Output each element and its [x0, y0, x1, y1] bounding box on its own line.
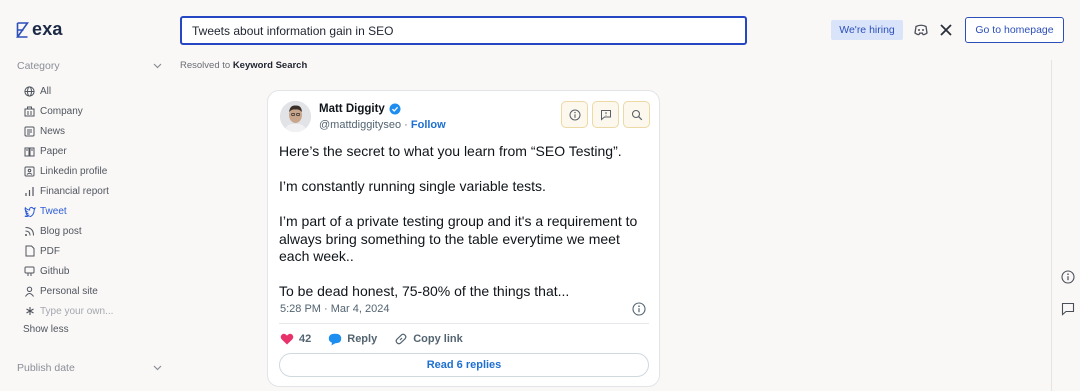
- search-icon: [631, 109, 642, 120]
- comment-button[interactable]: [592, 101, 619, 128]
- heart-icon: [280, 333, 294, 345]
- category-label: Financial report: [40, 185, 109, 197]
- info-button[interactable]: [561, 101, 588, 128]
- logo-text: exa: [32, 19, 63, 39]
- globe-icon: [23, 85, 36, 98]
- git-icon: [23, 265, 36, 278]
- resolved-search-mode: Resolved to Keyword Search: [180, 60, 307, 71]
- tweet-text: Here’s the secret to what you learn from…: [279, 143, 651, 301]
- tweet-timestamp[interactable]: 5:28 PM · Mar 4, 2024: [280, 303, 389, 315]
- logo[interactable]: exa: [16, 19, 63, 40]
- link-icon: [395, 333, 407, 345]
- info-icon[interactable]: [632, 302, 646, 316]
- chevron-down-icon: [153, 63, 162, 69]
- category-item-pdf[interactable]: PDF: [23, 244, 60, 258]
- resolved-mode: Keyword Search: [232, 60, 308, 71]
- avatar[interactable]: [280, 101, 311, 132]
- copy-link-button[interactable]: Copy link: [394, 332, 463, 346]
- bar-chart-icon: [23, 185, 36, 198]
- divider: [279, 323, 649, 324]
- search-input[interactable]: [180, 16, 747, 45]
- info-icon: [569, 109, 580, 120]
- category-item-news[interactable]: News: [23, 124, 65, 138]
- category-item-financial-report[interactable]: Financial report: [23, 184, 109, 198]
- tweet-paragraph: Here’s the secret to what you learn from…: [279, 143, 622, 159]
- publish-date-label: Publish date: [17, 362, 75, 374]
- category-label: Paper: [40, 145, 67, 157]
- sidebar: Category All Company News Paper Linkedin…: [0, 56, 170, 391]
- feedback-icon[interactable]: [1060, 301, 1076, 317]
- category-label: Category: [17, 60, 60, 72]
- rss-icon: [23, 225, 36, 238]
- tweet-paragraph: I’m constantly running single variable t…: [279, 178, 546, 194]
- category-custom-input[interactable]: Type your own...: [23, 304, 113, 318]
- category-label: Tweet: [40, 205, 67, 217]
- handle-separator: ·: [401, 119, 411, 131]
- category-item-linkedin[interactable]: Linkedin profile: [23, 164, 107, 178]
- category-label: News: [40, 125, 66, 137]
- building-icon: [23, 105, 36, 118]
- category-label: Company: [40, 105, 83, 117]
- info-icon[interactable]: [1060, 269, 1076, 285]
- author-name[interactable]: Matt Diggity: [319, 103, 401, 115]
- reply-button[interactable]: Reply: [328, 333, 377, 346]
- category-item-github[interactable]: Github: [23, 264, 69, 278]
- reply-label: Reply: [347, 333, 378, 345]
- like-count: 42: [299, 333, 312, 345]
- category-item-personal-site[interactable]: Personal site: [23, 284, 98, 298]
- id-card-icon: [23, 165, 36, 178]
- category-label: Linkedin profile: [40, 165, 108, 177]
- person-icon: [23, 285, 36, 298]
- newspaper-icon: [23, 125, 36, 138]
- exa-logo-icon: [16, 21, 29, 38]
- author-handle: @mattdiggityseo · Follow: [319, 119, 446, 131]
- bird-icon: [23, 205, 36, 218]
- category-custom-placeholder: Type your own...: [40, 305, 114, 317]
- category-item-paper[interactable]: Paper: [23, 144, 67, 158]
- message-icon: [600, 109, 611, 121]
- file-icon: [23, 245, 36, 258]
- tweet-paragraph: I’m part of a private testing group and …: [279, 213, 638, 264]
- tweet-actions: 42 Reply Copy link: [280, 332, 480, 346]
- tweet-card: Matt Diggity @mattdiggityseo · Follow He…: [267, 90, 660, 387]
- author-name-text: Matt Diggity: [319, 103, 385, 115]
- resolved-prefix: Resolved to: [180, 60, 233, 71]
- search-similar-button[interactable]: [623, 101, 650, 128]
- category-header[interactable]: Category: [17, 60, 162, 72]
- publish-date-header[interactable]: Publish date: [17, 362, 162, 374]
- category-label: PDF: [40, 245, 60, 257]
- read-replies-button[interactable]: Read 6 replies: [279, 353, 649, 377]
- go-to-homepage-button[interactable]: Go to homepage: [965, 17, 1064, 43]
- category-item-tweet[interactable]: Tweet: [23, 204, 67, 218]
- hiring-badge[interactable]: We're hiring: [831, 20, 903, 40]
- show-less-link[interactable]: Show less: [23, 324, 69, 335]
- book-icon: [23, 145, 36, 158]
- handle-text: @mattdiggityseo: [319, 119, 402, 131]
- header: exa We're hiring Go to homepage: [0, 0, 1080, 60]
- asterisk-icon: [23, 305, 36, 318]
- like-button[interactable]: 42: [280, 333, 311, 345]
- tweet-paragraph: To be dead honest, 75-80% of the things …: [279, 283, 570, 299]
- category-label: All: [40, 85, 52, 97]
- right-rail-divider: [1051, 60, 1052, 391]
- chevron-down-icon: [153, 365, 162, 371]
- category-item-blog-post[interactable]: Blog post: [23, 224, 82, 238]
- discord-icon[interactable]: [913, 22, 929, 38]
- category-item-company[interactable]: Company: [23, 104, 83, 118]
- copy-link-label: Copy link: [413, 333, 463, 345]
- category-label: Blog post: [40, 225, 82, 237]
- verified-badge-icon: [389, 103, 401, 115]
- category-label: Personal site: [40, 285, 98, 297]
- reply-bubble-icon: [329, 333, 342, 345]
- category-label: Github: [40, 265, 70, 277]
- x-icon[interactable]: [938, 22, 954, 38]
- category-item-all[interactable]: All: [23, 84, 51, 98]
- follow-link[interactable]: Follow: [411, 119, 446, 131]
